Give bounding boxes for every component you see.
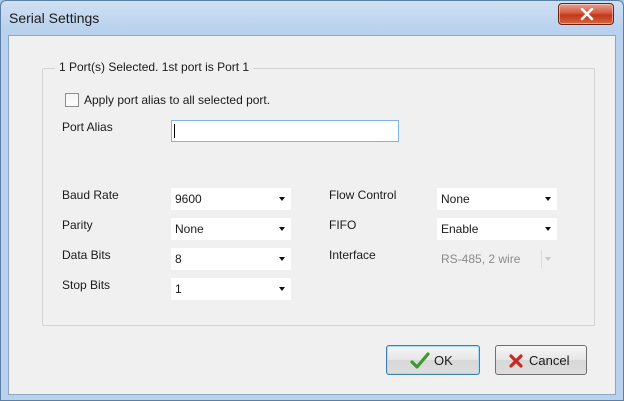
text-caret xyxy=(174,124,175,138)
parity-select[interactable]: None xyxy=(171,218,291,240)
baud-rate-value: 9600 xyxy=(175,192,202,206)
close-button[interactable] xyxy=(558,3,614,25)
port-settings-group: 1 Port(s) Selected. 1st port is Port 1 A… xyxy=(42,60,595,326)
interface-label: Interface xyxy=(329,248,376,262)
parity-value: None xyxy=(175,222,204,236)
ok-label: OK xyxy=(434,353,453,368)
x-icon xyxy=(509,354,523,368)
chevron-down-icon xyxy=(545,257,551,261)
baud-rate-label: Baud Rate xyxy=(62,188,119,202)
chevron-down-icon xyxy=(545,227,551,231)
cancel-label: Cancel xyxy=(529,353,570,368)
parity-label: Parity xyxy=(62,218,93,232)
flow-control-value: None xyxy=(441,192,470,206)
stop-bits-value: 1 xyxy=(175,282,182,296)
cancel-button[interactable]: Cancel xyxy=(495,345,587,375)
interface-select: RS-485, 2 wire xyxy=(437,248,557,270)
data-bits-label: Data Bits xyxy=(62,248,111,262)
checkmark-icon xyxy=(410,352,430,369)
flow-control-label: Flow Control xyxy=(329,188,397,202)
flow-control-select[interactable]: None xyxy=(437,188,557,210)
dialog-body: 1 Port(s) Selected. 1st port is Port 1 A… xyxy=(8,35,616,395)
fifo-value: Enable xyxy=(441,222,479,236)
ok-button[interactable]: OK xyxy=(386,345,480,375)
baud-rate-select[interactable]: 9600 xyxy=(171,188,291,210)
dialog-window: Serial Settings 1 Port(s) Selected. 1st … xyxy=(0,0,624,401)
chevron-down-icon xyxy=(279,197,285,201)
fifo-select[interactable]: Enable xyxy=(437,218,557,240)
chevron-down-icon xyxy=(545,197,551,201)
stop-bits-select[interactable]: 1 xyxy=(171,278,291,300)
stop-bits-label: Stop Bits xyxy=(62,278,111,292)
group-title: 1 Port(s) Selected. 1st port is Port 1 xyxy=(55,60,254,74)
close-icon xyxy=(580,8,594,21)
apply-alias-label: Apply port alias to all selected port. xyxy=(84,93,271,107)
fifo-label: FIFO xyxy=(329,218,357,232)
title-bar[interactable]: Serial Settings xyxy=(1,1,623,35)
window-title: Serial Settings xyxy=(9,10,100,26)
port-alias-label: Port Alias xyxy=(62,120,113,134)
chevron-down-icon xyxy=(279,287,285,291)
data-bits-value: 8 xyxy=(175,252,182,266)
port-alias-input[interactable] xyxy=(171,120,399,142)
interface-value: RS-485, 2 wire xyxy=(441,252,521,266)
data-bits-select[interactable]: 8 xyxy=(171,248,291,270)
chevron-down-icon xyxy=(279,227,285,231)
apply-alias-checkbox[interactable] xyxy=(65,93,79,107)
chevron-down-icon xyxy=(279,257,285,261)
